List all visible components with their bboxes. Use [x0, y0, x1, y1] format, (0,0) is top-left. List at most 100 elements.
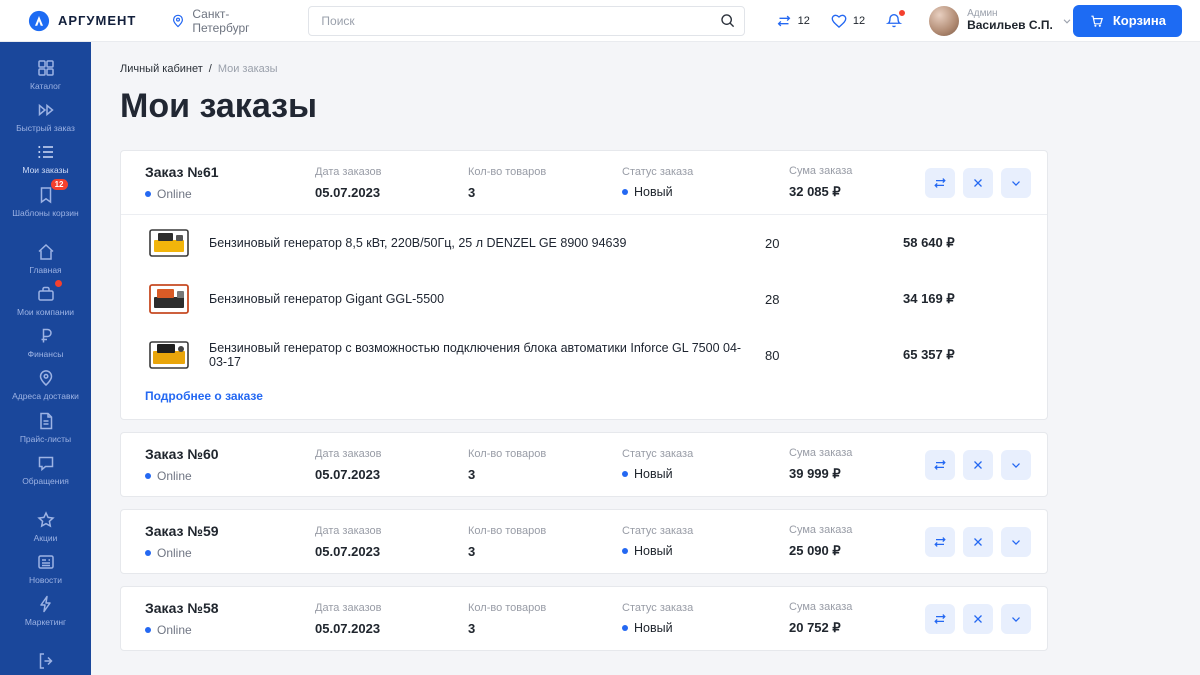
- status-column-label: Статус заказа: [622, 525, 789, 537]
- repeat-order-button[interactable]: [925, 450, 955, 480]
- channel-dot: [145, 550, 151, 556]
- sidebar-item-finances[interactable]: Финансы: [4, 324, 88, 361]
- collapse-order-button[interactable]: [1001, 168, 1031, 198]
- lightning-icon: [36, 594, 56, 614]
- sidebar-item-label: Мои компании: [17, 307, 74, 317]
- order-header: Заказ №59 Online Дата заказов 05.07.2023…: [121, 510, 1047, 573]
- order-sum: 39 999 ₽: [789, 466, 925, 482]
- order-qty-cell: Кол-во товаров 3: [468, 166, 622, 200]
- sidebar-item-label: Обращения: [22, 476, 69, 486]
- sidebar-item-promotions[interactable]: Акции: [4, 508, 88, 545]
- order-number: Заказ №59: [145, 523, 315, 539]
- sidebar-item-home[interactable]: Главная: [4, 240, 88, 277]
- user-name: Васильев С.П.: [967, 19, 1053, 33]
- sidebar-item-my-orders[interactable]: Мои заказы: [4, 140, 88, 177]
- sidebar-item-fast-order[interactable]: Быстрый заказ: [4, 98, 88, 135]
- order-status: Новый: [634, 621, 673, 635]
- sidebar-item-logout[interactable]: Выйти: [4, 649, 88, 675]
- user-menu[interactable]: Админ Васильев С.П.: [929, 6, 1073, 36]
- expand-order-button[interactable]: [1001, 450, 1031, 480]
- order-sum-cell: Сума заказа 20 752 ₽: [789, 601, 925, 636]
- qty-column-label: Кол-во товаров: [468, 525, 622, 537]
- repeat-order-button[interactable]: [925, 168, 955, 198]
- cart-icon: [1089, 13, 1105, 29]
- repeat-order-button[interactable]: [925, 527, 955, 557]
- cancel-order-button[interactable]: [963, 604, 993, 634]
- search-input[interactable]: [308, 6, 744, 36]
- order-number-cell: Заказ №60 Online: [145, 446, 315, 483]
- cancel-order-button[interactable]: [963, 450, 993, 480]
- product-qty: 20: [765, 236, 903, 251]
- date-column-label: Дата заказов: [315, 448, 468, 460]
- order-qty-cell: Кол-во товаров 3: [468, 448, 622, 482]
- notifications-button[interactable]: [885, 12, 903, 30]
- search-button[interactable]: [715, 9, 741, 33]
- status-dot: [622, 189, 628, 195]
- order-actions: [925, 527, 1031, 557]
- sidebar-item-label: Финансы: [28, 349, 64, 359]
- compare-icon: [775, 12, 793, 30]
- product-image: [145, 336, 193, 374]
- product-price: 58 640 ₽: [903, 235, 1023, 251]
- order-details-link[interactable]: Подробнее о заказе: [145, 389, 263, 403]
- order-qty: 3: [468, 621, 622, 636]
- sidebar-item-catalog[interactable]: Каталог: [4, 56, 88, 93]
- status-column-label: Статус заказа: [622, 166, 789, 178]
- sidebar-item-marketing[interactable]: Маркетинг: [4, 592, 88, 629]
- chat-icon: [36, 453, 56, 473]
- product-title[interactable]: Бензиновый генератор с возможностью подк…: [209, 341, 765, 369]
- sidebar-item-cart-templates[interactable]: 12 Шаблоны корзин: [4, 183, 88, 220]
- cancel-order-button[interactable]: [963, 168, 993, 198]
- product-title[interactable]: Бензиновый генератор Gigant GGL-5500: [209, 292, 765, 306]
- product-price: 65 357 ₽: [903, 347, 1023, 363]
- sidebar-item-news[interactable]: Новости: [4, 550, 88, 587]
- sum-column-label: Сума заказа: [789, 524, 925, 536]
- order-status-cell: Статус заказа Новый: [622, 166, 789, 199]
- chevron-down-icon: [1061, 15, 1073, 27]
- order-date: 05.07.2023: [315, 185, 468, 200]
- breadcrumb-account-link[interactable]: Личный кабинет: [120, 63, 203, 75]
- order-card: Заказ №60 Online Дата заказов 05.07.2023…: [120, 432, 1048, 497]
- status-column-label: Статус заказа: [622, 602, 789, 614]
- order-date-cell: Дата заказов 05.07.2023: [315, 525, 468, 559]
- news-icon: [36, 552, 56, 572]
- order-actions: [925, 450, 1031, 480]
- sidebar-item-price-lists[interactable]: Прайс-листы: [4, 409, 88, 446]
- order-status-cell: Статус заказа Новый: [622, 602, 789, 635]
- order-sum-cell: Сума заказа 39 999 ₽: [789, 447, 925, 482]
- cart-button[interactable]: Корзина: [1073, 5, 1182, 37]
- document-icon: [36, 411, 56, 431]
- channel-dot: [145, 473, 151, 479]
- user-meta: Админ Васильев С.П.: [967, 8, 1053, 33]
- breadcrumb: Личный кабинет / Мои заказы: [120, 63, 1200, 75]
- sidebar-item-label: Главная: [29, 265, 61, 275]
- search-icon: [719, 12, 736, 29]
- order-sum-cell: Сума заказа 25 090 ₽: [789, 524, 925, 559]
- order-date-cell: Дата заказов 05.07.2023: [315, 166, 468, 200]
- product-title[interactable]: Бензиновый генератор 8,5 кВт, 220В/50Гц,…: [209, 236, 765, 250]
- order-qty: 3: [468, 185, 622, 200]
- sidebar-item-label: Быстрый заказ: [16, 123, 75, 133]
- order-date-cell: Дата заказов 05.07.2023: [315, 602, 468, 636]
- expand-order-button[interactable]: [1001, 527, 1031, 557]
- city-selector[interactable]: Санкт-Петербург: [170, 7, 282, 35]
- expand-order-button[interactable]: [1001, 604, 1031, 634]
- favorites-button[interactable]: 12: [830, 12, 865, 30]
- repeat-order-button[interactable]: [925, 604, 955, 634]
- order-channel: Online: [157, 469, 192, 483]
- logo[interactable]: АРГУМЕНТ: [28, 10, 136, 32]
- home-icon: [36, 242, 56, 262]
- location-icon: [170, 13, 186, 29]
- compare-button[interactable]: 12: [775, 12, 810, 30]
- order-sum: 25 090 ₽: [789, 543, 925, 559]
- sidebar: Каталог Быстрый заказ Мои заказы 12 Шабл…: [0, 42, 91, 675]
- order-channel: Online: [157, 187, 192, 201]
- sidebar-item-delivery-addresses[interactable]: Адреса доставки: [4, 366, 88, 403]
- sidebar-item-support[interactable]: Обращения: [4, 451, 88, 488]
- cancel-order-button[interactable]: [963, 527, 993, 557]
- notification-badge: [898, 9, 906, 17]
- orders-list: Заказ №61 Online Дата заказов 05.07.2023…: [120, 150, 1048, 651]
- sidebar-item-my-companies[interactable]: Мои компании: [4, 282, 88, 319]
- order-card: Заказ №58 Online Дата заказов 05.07.2023…: [120, 586, 1048, 651]
- sidebar-item-label: Адреса доставки: [12, 391, 79, 401]
